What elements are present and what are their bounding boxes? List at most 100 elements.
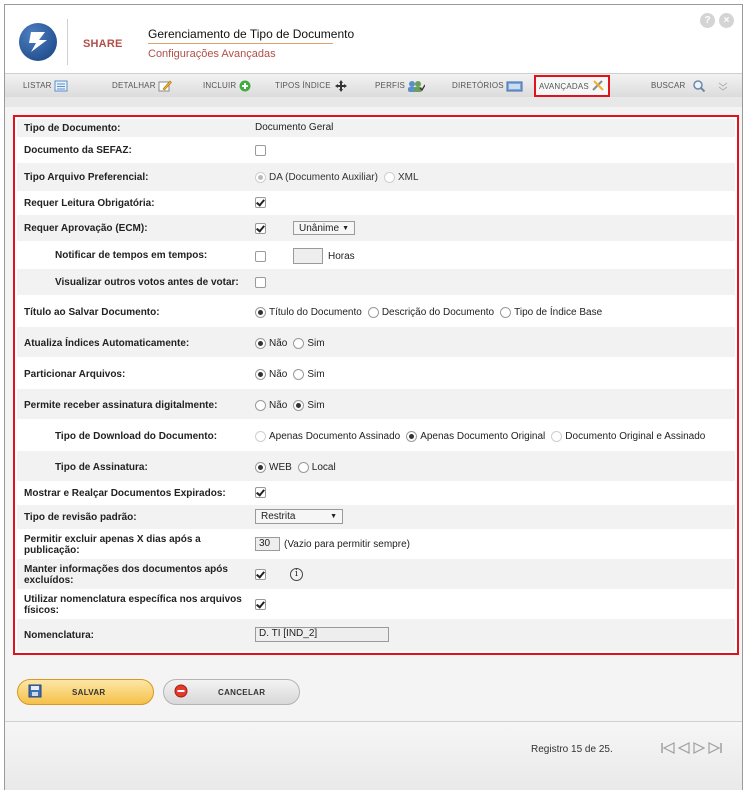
particionar-label: Particionar Arquivos:: [24, 369, 126, 380]
tipo-arquivo-label: Tipo Arquivo Preferencial:: [24, 172, 149, 183]
assinatura-web-option[interactable]: WEB: [255, 462, 292, 473]
hours-label: Horas: [328, 250, 355, 262]
notificar-checkbox[interactable]: [255, 250, 266, 262]
row-visualizar-votos: Visualizar outros votos antes de votar:: [17, 269, 735, 295]
mostrar-expirados-checkbox[interactable]: [255, 487, 266, 498]
page-subtitle: Configurações Avançadas: [148, 48, 276, 60]
row-titulo-salvar: Título ao Salvar Documento: Título do Do…: [17, 295, 735, 327]
close-icon[interactable]: ×: [719, 13, 734, 28]
assinatura-sim-option[interactable]: Sim: [293, 400, 325, 411]
tipo-revisao-select[interactable]: Restrita ▼: [255, 509, 343, 524]
row-particionar: Particionar Arquivos: Não Sim: [17, 357, 735, 389]
download-original-option[interactable]: Apenas Documento Original: [406, 431, 545, 442]
tipo-documento-value: Documento Geral: [255, 122, 334, 133]
tab-listar[interactable]: LISTAR: [23, 77, 68, 94]
tipo-download-label: Tipo de Download do Documento:: [55, 431, 218, 442]
dropdown-arrow-icon: ▼: [342, 224, 349, 232]
last-page-icon[interactable]: [707, 741, 723, 758]
row-assinatura-digital: Permite receber assinatura digitalmente:…: [17, 389, 735, 419]
row-tipo-documento: Tipo de Documento: Documento Geral: [17, 119, 735, 137]
tab-incluir[interactable]: INCLUIR: [203, 77, 252, 94]
row-tipo-download: Tipo de Download do Documento: Apenas Do…: [17, 419, 735, 451]
row-requer-leitura: Requer Leitura Obrigatória:: [17, 191, 735, 215]
floppy-disk-icon: [28, 684, 42, 700]
advanced-settings-form: Tipo de Documento: Documento Geral Docum…: [13, 115, 739, 655]
title-underline: [148, 43, 333, 44]
particionar-nao-option[interactable]: Não: [255, 369, 287, 380]
atualiza-indices-label: Atualiza Índices Automaticamente:: [24, 338, 190, 349]
search-icon: [692, 79, 706, 92]
tab-diretorios[interactable]: DIRETÓRIOS: [452, 77, 524, 94]
first-page-icon[interactable]: [660, 741, 676, 758]
info-icon[interactable]: i: [290, 568, 303, 581]
chevron-down-icon[interactable]: [717, 77, 729, 94]
notificar-hours-input[interactable]: [293, 248, 323, 264]
sefaz-checkbox[interactable]: [255, 145, 266, 156]
tab-avancadas[interactable]: AVANÇADAS: [534, 75, 610, 97]
requer-aprovacao-checkbox[interactable]: [255, 222, 266, 234]
row-requer-aprovacao: Requer Aprovação (ECM): Unânime ▼: [17, 215, 735, 241]
row-tipo-revisao: Tipo de revisão padrão: Restrita ▼: [17, 505, 735, 529]
page-title: Gerenciamento de Tipo de Documento: [148, 27, 355, 41]
row-manter-info: Manter informações dos documentos após e…: [17, 559, 735, 589]
mostrar-expirados-label: Mostrar e Realçar Documentos Expirados:: [24, 488, 226, 499]
cancel-icon: [174, 684, 188, 700]
manter-info-label: Manter informações dos documentos após e…: [24, 564, 228, 586]
tab-detalhar[interactable]: DETALHAR: [112, 77, 172, 94]
particionar-sim-option[interactable]: Sim: [293, 369, 325, 380]
tab-tipos-indice[interactable]: TIPOS ÍNDICE: [275, 77, 349, 94]
row-nomenclatura-especifica: Utilizar nomenclatura específica nos arq…: [17, 589, 735, 619]
header: SHARE Gerenciamento de Tipo de Documento…: [5, 5, 742, 73]
sefaz-label: Documento da SEFAZ:: [24, 145, 132, 156]
excluir-dias-input[interactable]: 30: [255, 537, 280, 551]
tipo-revisao-label: Tipo de revisão padrão:: [24, 512, 137, 523]
add-icon: [238, 80, 252, 92]
nomenclatura-label: Nomenclatura:: [24, 630, 95, 641]
assinatura-nao-option[interactable]: Não: [255, 400, 287, 411]
previous-page-icon[interactable]: [677, 741, 691, 758]
tipo-assinatura-label: Tipo de Assinatura:: [55, 462, 148, 473]
toolbar-strip: [5, 97, 742, 107]
nomenclatura-especifica-checkbox[interactable]: [255, 599, 266, 610]
assinatura-digital-label: Permite receber assinatura digitalmente:: [24, 400, 218, 411]
move-icon: [333, 79, 349, 92]
save-button[interactable]: SALVAR: [17, 679, 154, 705]
visualizar-votos-label: Visualizar outros votos antes de votar:: [55, 277, 239, 288]
atualiza-sim-option[interactable]: Sim: [293, 338, 325, 349]
manter-info-checkbox[interactable]: [255, 569, 266, 580]
share-logo-icon: [19, 23, 57, 61]
tab-buscar[interactable]: BUSCAR: [651, 77, 706, 94]
aprovacao-select[interactable]: Unânime ▼: [293, 221, 355, 235]
cancel-button[interactable]: CANCELAR: [163, 679, 300, 705]
header-divider: [67, 19, 68, 65]
edit-icon: [158, 80, 172, 92]
nomenclatura-input[interactable]: D. TI [IND_2]: [255, 627, 389, 642]
requer-leitura-checkbox[interactable]: [255, 197, 266, 208]
brand-name: SHARE: [83, 38, 123, 50]
visualizar-votos-checkbox[interactable]: [255, 277, 266, 288]
tab-perfis[interactable]: PERFIS: [375, 77, 426, 94]
tools-icon: [591, 80, 605, 92]
main-window: SHARE Gerenciamento de Tipo de Documento…: [4, 4, 743, 790]
row-atualiza-indices: Atualiza Índices Automaticamente: Não Si…: [17, 327, 735, 357]
titulo-option-descricao[interactable]: Descrição do Documento: [367, 307, 494, 318]
help-icon[interactable]: ?: [700, 13, 715, 28]
folder-icon: [506, 80, 524, 92]
titulo-salvar-label: Título ao Salvar Documento:: [24, 307, 160, 318]
row-tipo-assinatura: Tipo de Assinatura: WEB Local: [17, 451, 735, 481]
footer: [5, 721, 742, 790]
list-icon: [54, 80, 68, 92]
next-page-icon[interactable]: [692, 741, 706, 758]
download-ambos-option[interactable]: Documento Original e Assinado: [551, 431, 705, 442]
dropdown-arrow-icon: ▼: [330, 513, 337, 520]
tab-bar: LISTAR DETALHAR INCLUIR TIPOS ÍNDICE PER…: [5, 73, 742, 98]
tipo-arquivo-xml-option[interactable]: XML: [383, 172, 419, 183]
assinatura-local-option[interactable]: Local: [297, 462, 336, 473]
tipo-arquivo-da-option[interactable]: DA (Documento Auxiliar): [255, 172, 378, 183]
titulo-option-titulo[interactable]: Título do Documento: [255, 307, 362, 318]
titulo-option-tipo-indice[interactable]: Tipo de Índice Base: [500, 307, 602, 318]
atualiza-nao-option[interactable]: Não: [255, 338, 287, 349]
nomenclatura-especifica-label: Utilizar nomenclatura específica nos arq…: [24, 594, 242, 616]
download-assinado-option[interactable]: Apenas Documento Assinado: [255, 431, 400, 442]
notificar-label: Notificar de tempos em tempos:: [55, 250, 208, 261]
